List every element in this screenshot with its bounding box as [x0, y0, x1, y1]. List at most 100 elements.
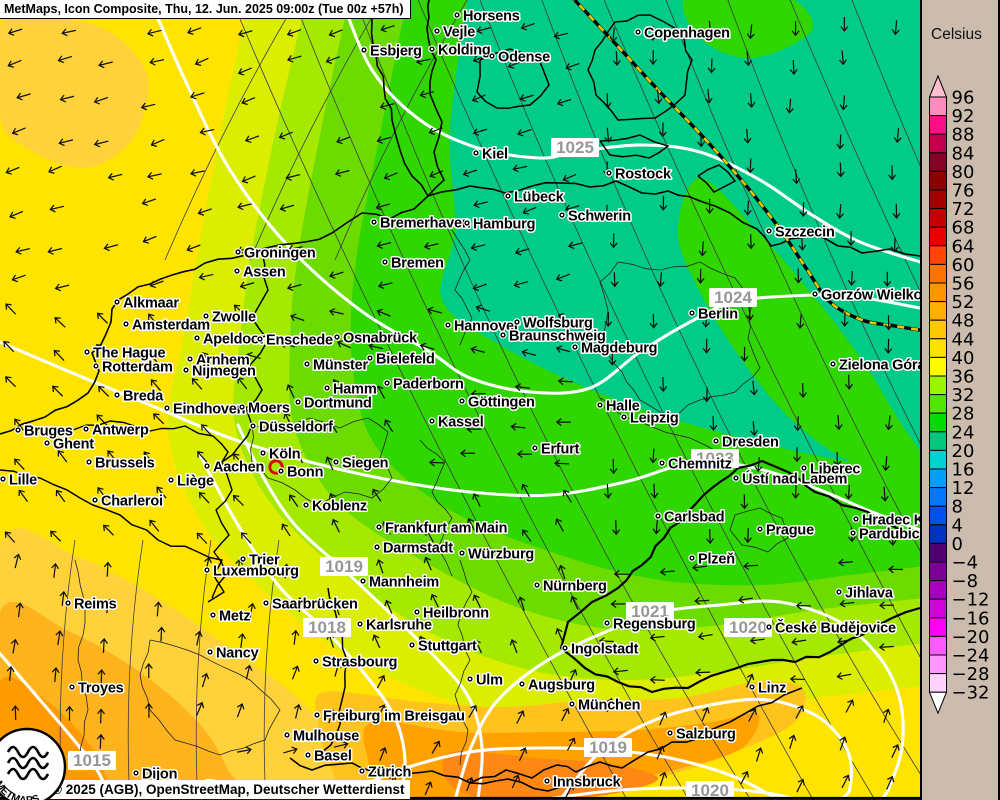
city-label[interactable]: Mannheim [359, 575, 439, 591]
city-label[interactable]: Regensburg [603, 617, 695, 633]
city-label[interactable]: Zielona Góra [829, 358, 920, 374]
city-label[interactable]: Schwerin [558, 209, 631, 225]
svg-text:Prague: Prague [766, 523, 814, 539]
svg-text:Bremerhaven: Bremerhaven [380, 216, 471, 232]
city-label[interactable]: Münster [303, 358, 368, 374]
scale-color-box [930, 581, 947, 600]
city-label[interactable]: Eindhoven [163, 402, 245, 418]
svg-text:Kolding: Kolding [438, 43, 491, 59]
svg-text:Lübeck: Lübeck [514, 190, 565, 206]
city-label[interactable]: Göttingen [458, 395, 534, 411]
scale-color-box [930, 357, 947, 376]
scale-color-box [930, 395, 947, 414]
city-label[interactable]: Heilbronn [413, 606, 489, 622]
city-label[interactable]: Nürnberg [533, 579, 606, 595]
svg-text:Leipzig: Leipzig [630, 411, 679, 427]
svg-text:Nancy: Nancy [216, 646, 259, 662]
city-label[interactable]: Würzburg [458, 547, 534, 563]
city-label[interactable]: Liberec [800, 462, 860, 478]
svg-text:Jihlava: Jihlava [845, 586, 894, 602]
city-label[interactable]: Ingolstadt [561, 642, 638, 658]
city-label[interactable]: Szczecin [765, 225, 834, 241]
city-label[interactable]: Paderborn [383, 377, 464, 393]
city-label[interactable]: Augsburg [518, 678, 595, 694]
svg-text:Rostock: Rostock [615, 167, 672, 183]
svg-text:Münster: Münster [313, 358, 369, 374]
scale-color-box [930, 543, 947, 562]
city-label[interactable]: Osnabrück [333, 331, 418, 347]
city-label[interactable]: Rotterdam [92, 360, 173, 376]
scale-color-box [930, 302, 947, 321]
pressure-label: 1015 [68, 751, 116, 770]
svg-text:Mannheim: Mannheim [369, 575, 439, 591]
city-label[interactable]: Darmstadt [373, 541, 453, 557]
city-label[interactable]: Karlsruhe [356, 618, 432, 634]
city-label[interactable]: Düsseldorf [249, 420, 333, 436]
weather-map-canvas[interactable]: 1025102410231019101810211020101510191020… [0, 0, 920, 800]
title-bar: MetMaps, Icon Composite, Thu, 12. Jun. 2… [0, 0, 411, 19]
svg-text:Rotterdam: Rotterdam [102, 360, 173, 376]
city-label[interactable]: Freiburg im Breisgau [313, 709, 465, 725]
city-label[interactable]: Esbjerg [360, 44, 422, 60]
svg-text:Augsburg: Augsburg [528, 678, 595, 694]
city-label[interactable]: Stuttgart [408, 639, 477, 655]
city-label[interactable]: Charleroi [91, 494, 163, 510]
city-label[interactable]: Magdeburg [571, 341, 657, 357]
city-label[interactable]: Saarbrücken [262, 597, 357, 613]
svg-text:Hamburg: Hamburg [473, 217, 535, 233]
city-label[interactable]: Luxembourg [203, 564, 299, 580]
svg-text:Kiel: Kiel [482, 147, 508, 163]
city-label[interactable]: Frankfurt am Main [375, 521, 507, 537]
svg-text:Amsterdam: Amsterdam [132, 318, 210, 334]
metmaps-logo[interactable]: METMAPS [0, 722, 72, 800]
city-label[interactable]: Dortmund [294, 396, 371, 412]
city-label[interactable]: Alkmaar [113, 296, 179, 312]
city-label[interactable]: Mulhouse [283, 729, 359, 745]
city-label[interactable]: Aachen [203, 460, 264, 476]
city-label[interactable]: České Budějovice [765, 619, 896, 637]
city-label[interactable]: Strasbourg [312, 655, 397, 671]
scale-color-box [930, 450, 947, 469]
city-label[interactable]: Carlsbad [654, 510, 724, 526]
city-label[interactable]: Hamburg [463, 217, 535, 233]
city-label[interactable]: Bremen [381, 256, 444, 272]
city-label[interactable]: Gorzów Wielkopolski [811, 288, 920, 304]
svg-text:Darmstadt: Darmstadt [383, 541, 453, 557]
city-label[interactable]: Dresden [712, 435, 778, 451]
city-label[interactable]: Kolding [428, 43, 490, 59]
city-label[interactable]: Lübeck [504, 190, 564, 206]
svg-text:Schwerin: Schwerin [568, 209, 631, 225]
svg-text:Erfurt: Erfurt [541, 442, 580, 458]
city-label[interactable]: Pardubice [849, 527, 920, 543]
svg-text:Ingolstadt: Ingolstadt [571, 642, 639, 658]
svg-text:Brussels: Brussels [95, 456, 155, 472]
city-label[interactable]: Innsbruck [543, 775, 621, 791]
svg-text:Odense: Odense [498, 50, 550, 66]
city-label[interactable]: Amsterdam [122, 318, 210, 334]
city-label[interactable]: Salzburg [666, 727, 735, 743]
city-label[interactable]: Horsens [453, 9, 520, 25]
city-label[interactable]: Enschede [256, 333, 333, 349]
city-label[interactable]: München [568, 698, 640, 714]
scale-color-box [930, 674, 947, 693]
city-label[interactable]: Antwerp [82, 423, 149, 439]
city-label[interactable]: Koblenz [302, 499, 367, 515]
svg-text:Freiburg im Breisgau: Freiburg im Breisgau [323, 709, 465, 725]
city-label[interactable]: Rostock [605, 167, 672, 183]
svg-text:Würzburg: Würzburg [468, 547, 534, 563]
svg-text:Moers: Moers [248, 401, 290, 417]
city-label[interactable]: Bielefeld [366, 352, 434, 368]
city-label[interactable]: Bremerhaven [370, 216, 470, 232]
svg-text:Linz: Linz [758, 681, 786, 697]
city-label[interactable]: Chemnitz [658, 457, 731, 473]
city-label[interactable]: Copenhagen [634, 26, 730, 42]
city-label[interactable]: Odense [488, 50, 550, 66]
svg-text:České Budějovice: České Budějovice [775, 619, 896, 637]
svg-text:Zürich: Zürich [368, 765, 411, 781]
city-label[interactable]: Groningen [234, 246, 315, 262]
svg-text:Eindhoven: Eindhoven [173, 402, 245, 418]
city-label[interactable]: Nijmegen [182, 364, 255, 380]
svg-text:Dortmund: Dortmund [304, 396, 372, 412]
svg-text:Charleroi: Charleroi [101, 494, 163, 510]
city-label[interactable]: Brussels [85, 456, 155, 472]
